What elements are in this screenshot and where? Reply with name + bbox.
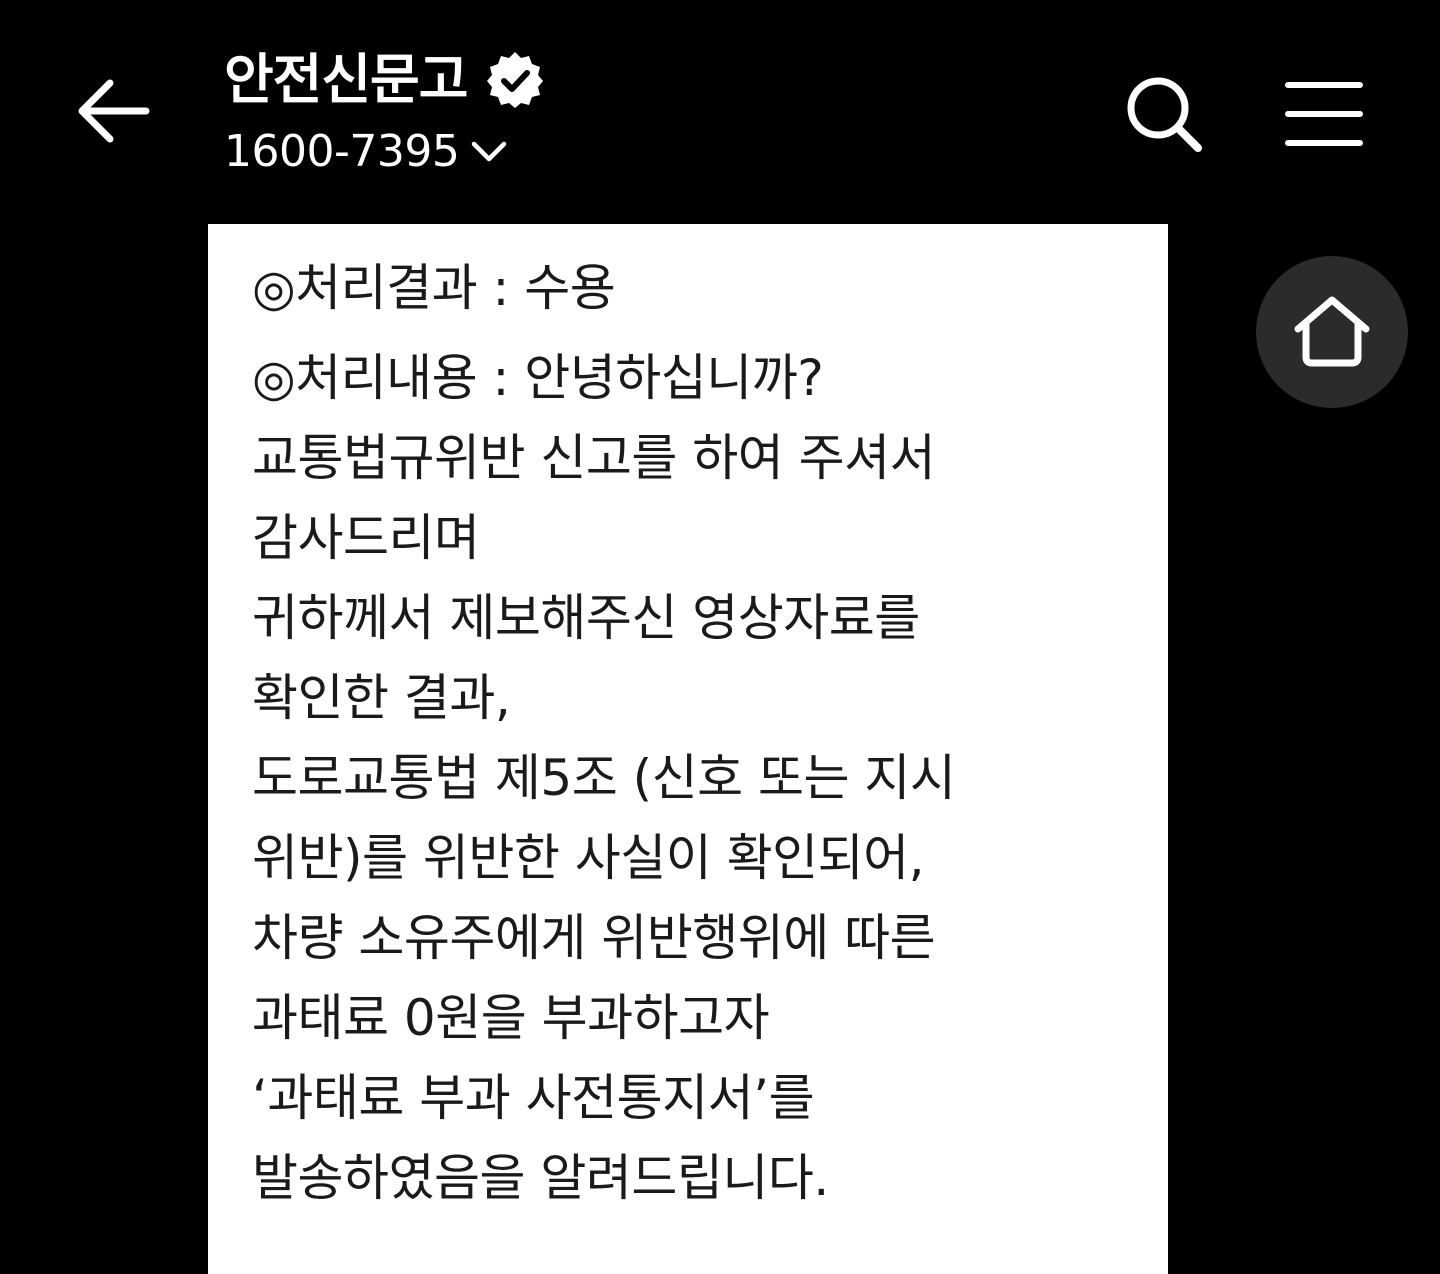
page-title: 안전신문고 bbox=[224, 48, 468, 111]
phone-number: 1600-7395 bbox=[224, 126, 460, 177]
back-button[interactable] bbox=[62, 66, 162, 156]
home-icon bbox=[1294, 296, 1370, 367]
message-line: ‘과태료 부과 사전통지서’를 bbox=[252, 1069, 815, 1127]
header-title-block: 안전신문고 1600-7395 bbox=[224, 40, 545, 180]
message-line: ◎처리내용 : 안녕하십니까? bbox=[252, 349, 824, 407]
home-button[interactable] bbox=[1256, 256, 1408, 408]
message-line: 발송하였음을 알려드립니다. bbox=[252, 1149, 829, 1207]
chevron-down-icon bbox=[469, 132, 509, 172]
arrow-left-icon bbox=[78, 79, 150, 143]
message-line: 위반)를 위반한 사실이 확인되어, bbox=[252, 829, 925, 887]
search-icon bbox=[1127, 77, 1202, 152]
message-line: 도로교통법 제5조 (신호 또는 지시 bbox=[252, 749, 956, 807]
message-body: ◎처리결과 : 수용 ◎처리내용 : 안녕하십니까? 교통법규위반 신고를 하여… bbox=[252, 248, 1132, 1218]
message-line: 교통법규위반 신고를 하여 주셔서 bbox=[252, 429, 936, 487]
message-line: ◎처리결과 : 수용 bbox=[252, 259, 616, 317]
message-card: ◎처리결과 : 수용 ◎처리내용 : 안녕하십니까? 교통법규위반 신고를 하여… bbox=[208, 224, 1168, 1274]
hamburger-menu-icon bbox=[1285, 82, 1363, 146]
message-line: 귀하께서 제보해주신 영상자료를 bbox=[252, 589, 920, 647]
app-header: 안전신문고 1600-7395 bbox=[0, 0, 1440, 224]
message-line: 차량 소유주에게 위반행위에 따른 bbox=[252, 909, 936, 967]
menu-button[interactable] bbox=[1274, 66, 1374, 162]
message-line: 확인한 결과, bbox=[252, 669, 511, 727]
verified-badge-icon bbox=[485, 50, 545, 110]
search-button[interactable] bbox=[1114, 66, 1214, 162]
message-line: 감사드리며 bbox=[252, 509, 480, 567]
message-line: 과태료 0원을 부과하고자 bbox=[252, 989, 770, 1047]
phone-selector[interactable]: 1600-7395 bbox=[224, 124, 545, 180]
